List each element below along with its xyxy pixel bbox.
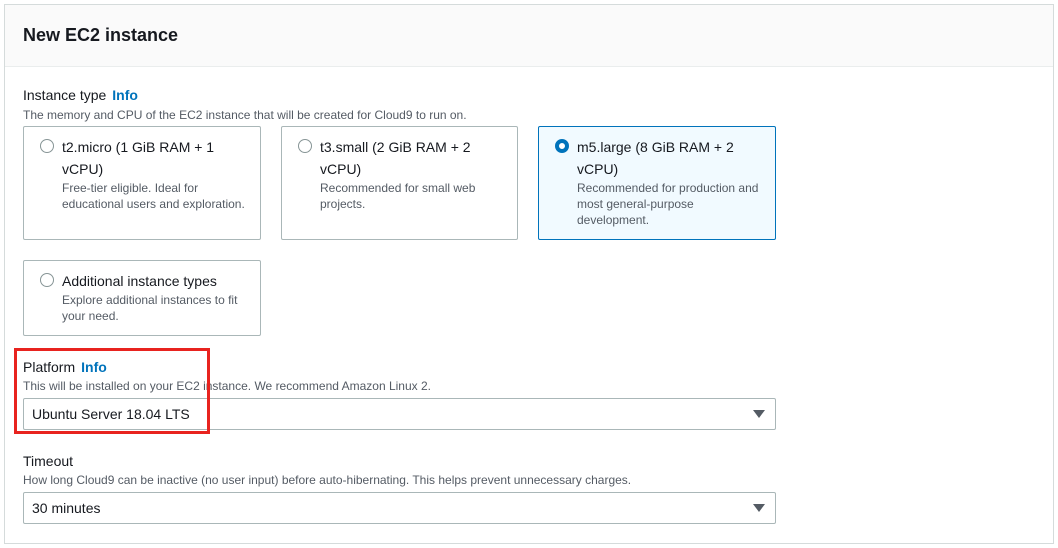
timeout-select[interactable]: 30 minutes <box>23 492 776 524</box>
radio-t2-micro[interactable] <box>40 139 54 153</box>
timeout-description: How long Cloud9 can be inactive (no user… <box>23 473 632 487</box>
instance-type-label-text: Instance type <box>23 87 107 103</box>
tile-title: t2.micro (1 GiB RAM + 1 vCPU) <box>62 139 215 177</box>
tile-title: Additional instance types <box>62 273 217 289</box>
radio-t3-small[interactable] <box>298 139 312 153</box>
instance-type-description: The memory and CPU of the EC2 instance t… <box>23 108 467 122</box>
panel-header: New EC2 instance <box>5 5 1053 67</box>
tile-t3-small[interactable]: t3.small (2 GiB RAM + 2 vCPU) Recommende… <box>281 126 518 240</box>
tile-description: Recommended for small web projects. <box>320 181 476 211</box>
panel-title: New EC2 instance <box>23 25 179 45</box>
caret-down-icon <box>753 504 765 512</box>
radio-m5-large[interactable] <box>555 139 569 153</box>
tile-title: t3.small (2 GiB RAM + 2 vCPU) <box>320 139 471 177</box>
caret-down-icon <box>753 410 765 418</box>
tile-title: m5.large (8 GiB RAM + 2 vCPU) <box>577 139 734 177</box>
tile-t2-micro[interactable]: t2.micro (1 GiB RAM + 1 vCPU) Free-tier … <box>23 126 261 240</box>
timeout-label: Timeout <box>23 453 74 469</box>
instance-type-label: Instance type Info <box>23 87 138 103</box>
tile-additional-instance-types[interactable]: Additional instance types Explore additi… <box>23 260 261 336</box>
instance-type-info-link[interactable]: Info <box>112 87 138 103</box>
timeout-select-value: 30 minutes <box>32 500 101 516</box>
tile-description: Recommended for production and most gene… <box>577 181 759 227</box>
tile-description: Explore additional instances to fit your… <box>62 293 238 323</box>
tile-m5-large[interactable]: m5.large (8 GiB RAM + 2 vCPU) Recommende… <box>538 126 776 240</box>
platform-highlight-box <box>14 348 210 434</box>
radio-additional-instance-types[interactable] <box>40 273 54 287</box>
tile-description: Free-tier eligible. Ideal for educationa… <box>62 181 245 211</box>
